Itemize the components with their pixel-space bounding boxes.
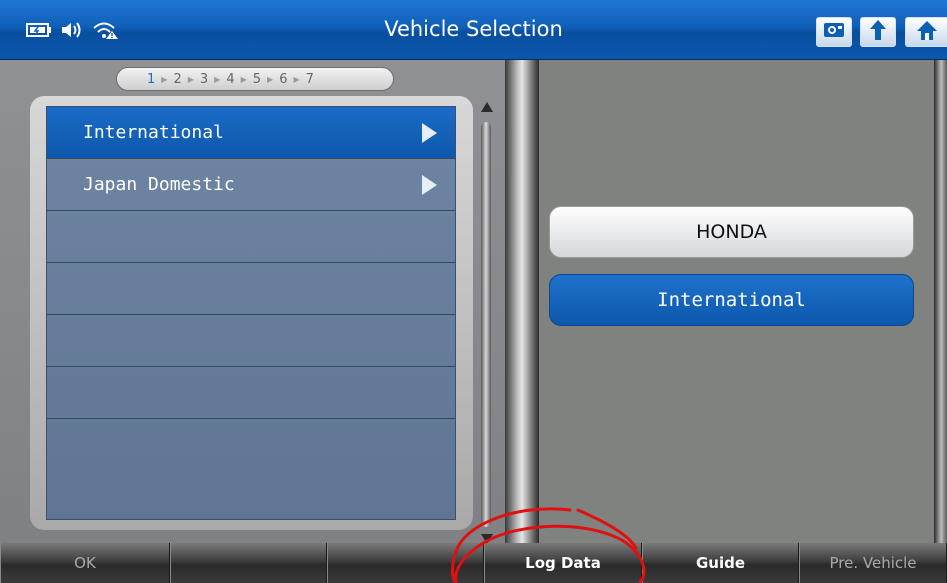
step-separator-icon: ▶ xyxy=(267,74,274,84)
step-separator-icon: ▶ xyxy=(240,74,247,84)
scroll-up-icon[interactable] xyxy=(481,102,493,112)
list-item-label: International xyxy=(83,122,224,143)
ok-button[interactable]: OK xyxy=(0,543,170,583)
chevron-right-icon xyxy=(422,174,437,195)
list-item-japan-domestic[interactable]: Japan Domestic xyxy=(47,159,455,211)
empty-button[interactable] xyxy=(170,543,327,583)
back-button[interactable] xyxy=(860,17,896,47)
selected-region[interactable]: International xyxy=(549,274,914,326)
step-2: 2 xyxy=(173,71,182,87)
list-scrollbar[interactable] xyxy=(478,102,496,544)
screenshot-icon xyxy=(823,21,845,43)
log-data-button[interactable]: Log Data xyxy=(484,543,642,583)
selected-make[interactable]: HONDA xyxy=(549,206,914,258)
chevron-right-icon xyxy=(422,122,437,143)
previous-vehicle-button[interactable]: Pre. Vehicle xyxy=(799,543,947,583)
step-5: 5 xyxy=(252,71,262,87)
step-indicator: 1 ▶ 2 ▶ 3 ▶ 4 ▶ 5 ▶ 6 ▶ 7 xyxy=(116,67,394,91)
list-item xyxy=(47,263,455,315)
vehicle-list: International Japan Domestic xyxy=(46,106,456,520)
step-separator-icon: ▶ xyxy=(214,74,221,84)
list-item xyxy=(47,211,455,263)
title-bar: Vehicle Selection xyxy=(0,0,947,60)
vehicle-list-panel: 1 ▶ 2 ▶ 3 ▶ 4 ▶ 5 ▶ 6 ▶ 7 International Japan … xyxy=(0,60,505,544)
home-icon xyxy=(916,19,938,45)
home-button[interactable] xyxy=(905,17,947,47)
step-separator-icon: ▶ xyxy=(187,74,194,84)
list-item xyxy=(47,419,455,471)
step-7: 7 xyxy=(305,71,314,87)
selection-path-panel: HONDA International xyxy=(539,60,934,543)
step-separator-icon: ▶ xyxy=(293,74,300,84)
step-6: 6 xyxy=(279,71,288,87)
back-icon xyxy=(868,19,888,45)
scroll-track[interactable] xyxy=(481,122,491,527)
right-frame-edge xyxy=(934,60,947,543)
list-item xyxy=(47,367,455,419)
bottom-toolbar: OK Log Data Guide Pre. Vehicle xyxy=(0,543,947,583)
content-area: 1 ▶ 2 ▶ 3 ▶ 4 ▶ 5 ▶ 6 ▶ 7 International Japan … xyxy=(0,60,947,544)
empty-button[interactable] xyxy=(327,543,484,583)
screenshot-button[interactable] xyxy=(816,17,852,47)
page-title: Vehicle Selection xyxy=(384,17,563,41)
list-frame: International Japan Domestic xyxy=(30,96,473,530)
panel-divider xyxy=(505,60,539,543)
list-item xyxy=(47,315,455,367)
list-item-international[interactable]: International xyxy=(47,107,455,159)
step-4: 4 xyxy=(226,71,235,87)
step-separator-icon: ▶ xyxy=(161,74,168,84)
guide-button[interactable]: Guide xyxy=(642,543,799,583)
step-1: 1 xyxy=(147,71,156,87)
list-item-label: Japan Domestic xyxy=(83,174,235,195)
step-3: 3 xyxy=(199,71,209,87)
